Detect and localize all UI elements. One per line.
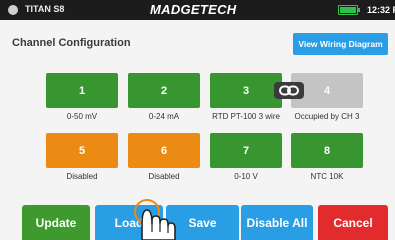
channel-8-button[interactable]: 8 xyxy=(291,133,363,168)
update-button[interactable]: Update xyxy=(22,205,90,240)
channel-1-button[interactable]: 1 xyxy=(46,73,118,108)
battery-icon xyxy=(338,5,360,15)
page-title: Channel Configuration xyxy=(12,37,131,49)
clock: 12:32 P xyxy=(367,5,395,15)
channel-4-label: Occupied by CH 3 xyxy=(294,112,360,121)
device-status-icon xyxy=(8,5,18,15)
device-name: TITAN S8 xyxy=(25,4,65,14)
brand-logo: MADGETECH xyxy=(150,2,237,17)
channel-8-label: NTC 10K xyxy=(310,172,344,181)
channel-7-button[interactable]: 7 xyxy=(210,133,282,168)
cancel-button[interactable]: Cancel xyxy=(318,205,388,240)
channel-6-button[interactable]: 6 xyxy=(128,133,200,168)
view-wiring-diagram-button[interactable]: View Wiring Diagram xyxy=(293,33,388,55)
disable-all-button[interactable]: Disable All xyxy=(241,205,313,240)
chain-link-icon xyxy=(274,82,304,99)
channel-2-button[interactable]: 2 xyxy=(128,73,200,108)
touch-hand-icon xyxy=(134,199,176,240)
channel-5-button[interactable]: 5 xyxy=(46,133,118,168)
channel-3-button[interactable]: 3 xyxy=(210,73,282,108)
status-bar: TITAN S8 MADGETECH 12:32 P xyxy=(0,0,395,20)
